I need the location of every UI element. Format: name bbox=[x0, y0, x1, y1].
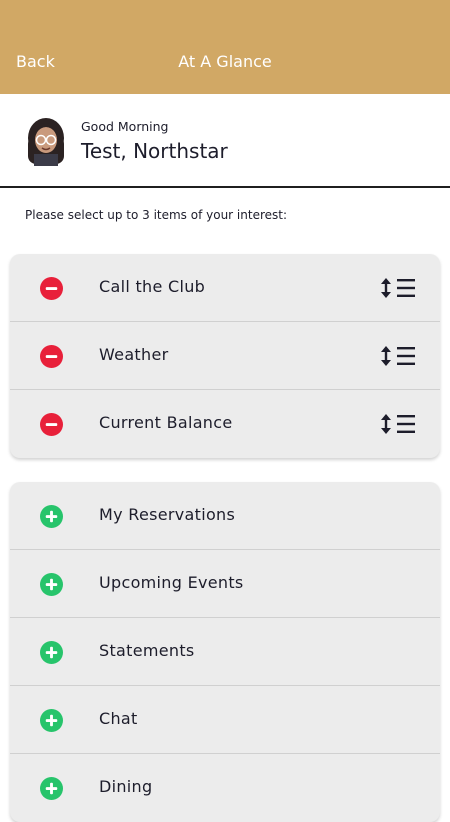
available-item-my-reservations[interactable]: My Reservations bbox=[10, 482, 440, 550]
list-item-label: Call the Club bbox=[99, 277, 206, 296]
available-items-list: My Reservations Upcoming Events Statemen… bbox=[10, 482, 440, 822]
add-icon[interactable] bbox=[40, 505, 63, 528]
list-item-label: Current Balance bbox=[99, 413, 233, 432]
greeting-text: Good Morning bbox=[81, 119, 169, 134]
list-item-label: My Reservations bbox=[99, 505, 236, 524]
remove-icon[interactable] bbox=[40, 413, 63, 436]
user-name: Test, Northstar bbox=[81, 139, 228, 163]
selected-items-list: Call the Club Weather Current Balance bbox=[10, 254, 440, 458]
add-icon[interactable] bbox=[40, 777, 63, 800]
page-title: At A Glance bbox=[178, 52, 272, 71]
remove-icon[interactable] bbox=[40, 345, 63, 368]
available-item-chat[interactable]: Chat bbox=[10, 686, 440, 754]
selected-item-call-the-club[interactable]: Call the Club bbox=[10, 254, 440, 322]
list-item-label: Weather bbox=[99, 345, 169, 364]
avatar bbox=[22, 114, 70, 166]
list-item-label: Chat bbox=[99, 709, 138, 728]
selection-prompt: Please select up to 3 items of your inte… bbox=[25, 208, 288, 222]
top-bar: Back At A Glance bbox=[0, 0, 450, 94]
add-icon[interactable] bbox=[40, 641, 63, 664]
list-item-label: Dining bbox=[99, 777, 153, 796]
available-item-upcoming-events[interactable]: Upcoming Events bbox=[10, 550, 440, 618]
selected-item-weather[interactable]: Weather bbox=[10, 322, 440, 390]
reorder-icon[interactable] bbox=[380, 344, 418, 368]
selected-item-current-balance[interactable]: Current Balance bbox=[10, 390, 440, 458]
available-item-dining[interactable]: Dining bbox=[10, 754, 440, 822]
remove-icon[interactable] bbox=[40, 277, 63, 300]
available-item-statements[interactable]: Statements bbox=[10, 618, 440, 686]
add-icon[interactable] bbox=[40, 709, 63, 732]
add-icon[interactable] bbox=[40, 573, 63, 596]
profile-section: Good Morning Test, Northstar bbox=[0, 94, 450, 188]
reorder-icon[interactable] bbox=[380, 276, 418, 300]
list-item-label: Upcoming Events bbox=[99, 573, 244, 592]
list-item-label: Statements bbox=[99, 641, 195, 660]
reorder-icon[interactable] bbox=[380, 412, 418, 436]
